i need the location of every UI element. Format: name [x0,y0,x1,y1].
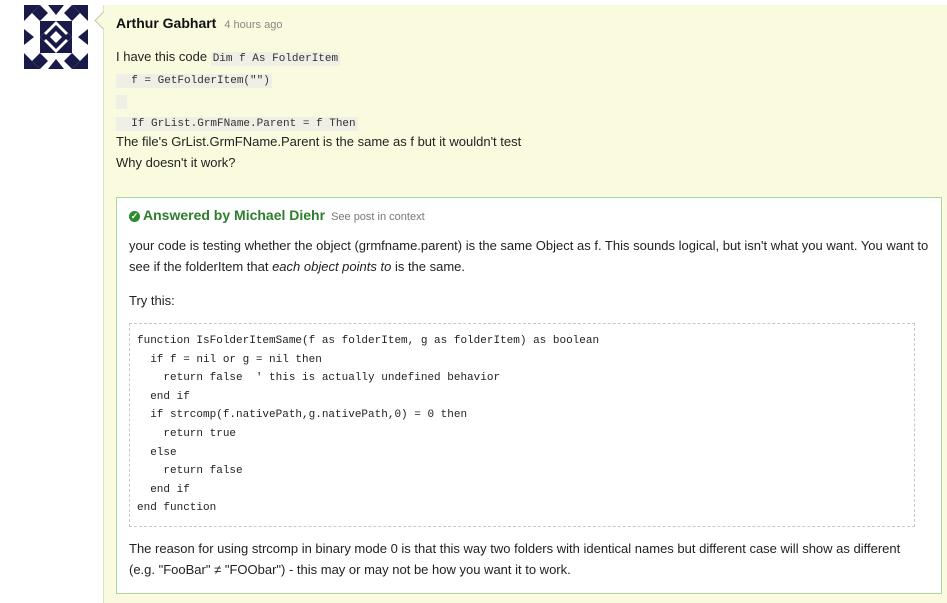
answer-p1-start: your code is testing whether the object … [129,238,929,274]
code-line-3 [116,95,127,109]
answer-header: ✓ Answered by Michael Diehr See post in co… [129,207,425,225]
question-intro-line: I have this code Dim f As FolderItem [116,49,341,66]
question-code-row-4: If GrList.GrmFName.Parent = f Then [116,114,358,131]
answer-closing-paragraph: The reason for using strcomp in binary m… [129,541,901,577]
code-block-line: end function [137,502,217,515]
check-circle-icon: ✓ [129,211,140,222]
code-block-line: function IsFolderItemSame(f as folderIte… [137,335,600,347]
speech-caret [94,11,113,30]
code-block-line: if strcomp(f.nativePath,g.nativePath,0) … [137,409,468,422]
code-block-line: else [137,446,177,459]
post-meta: Arthur Gabhart 4 hours ago [116,15,282,33]
code-block-line: end if [137,390,190,403]
code-block-line: return false ' this is actually undefine… [137,372,501,385]
code-block: function IsFolderItemSame(f as folderIte… [129,323,915,527]
question-code-row-2: f = GetFolderItem("") [116,71,272,88]
author-avatar[interactable] [24,5,88,69]
question-intro-text: I have this code [116,49,208,64]
see-post-in-context-link[interactable]: See post in context [331,211,425,223]
code-line-2: f = GetFolderItem("") [116,74,272,88]
try-this-text: Try this: [129,293,175,308]
question-post: Arthur Gabhart 4 hours ago I have this co… [94,5,947,603]
question-text-2: Why doesn't it work? [116,155,236,170]
code-block-line: if f = nil or g = nil then [137,353,322,366]
accepted-answer: ✓ Answered by Michael Diehr See post in co… [116,197,942,594]
question-code-row-3 [116,92,127,109]
code-line-4: If GrList.GrmFName.Parent = f Then [116,117,358,131]
code-block-line: return true [137,427,237,440]
post-timestamp[interactable]: 4 hours ago [224,19,282,31]
code-line-1: Dim f As FolderItem [210,52,341,66]
answer-p1-emphasis: each object points to [272,259,392,274]
author-name[interactable]: Arthur Gabhart [116,15,216,31]
answer-paragraph-1: your code is testing whether the object … [129,235,929,277]
code-block-line: return false [137,465,243,478]
answer-p1-end: is the same. [391,259,466,274]
answered-by-label[interactable]: Answered by Michael Diehr [143,207,325,223]
question-text-1: The file's GrList.GrmFName.Parent is the… [116,134,522,149]
code-block-line: end if [137,483,190,496]
